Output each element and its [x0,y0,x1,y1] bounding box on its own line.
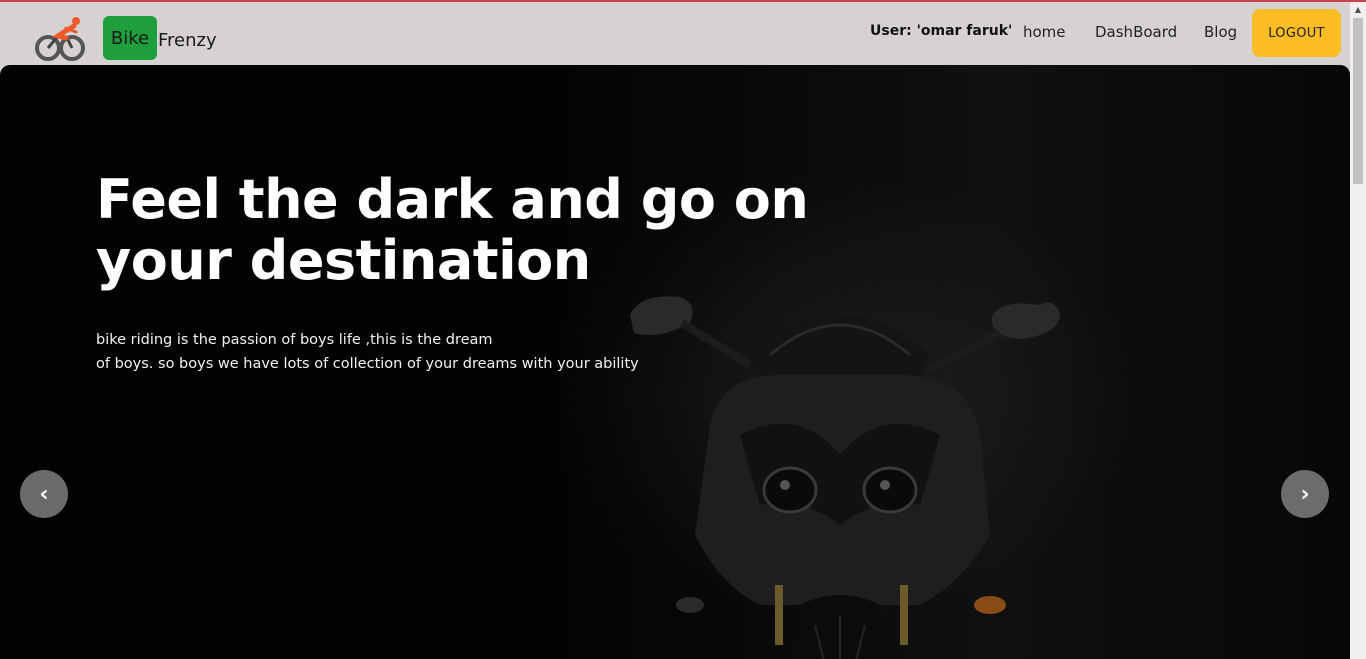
hero-description: bike riding is the passion of boys life … [96,328,656,376]
chevron-left-icon: ‹ [39,481,49,507]
page-scrollbar[interactable]: ▲ [1350,2,1366,659]
scroll-up-arrow-icon[interactable]: ▲ [1350,2,1366,18]
brand-frenzy-text: Frenzy [158,29,217,51]
brand-bike-text: Bike [103,16,157,60]
brand[interactable]: Bike Frenzy [103,16,217,60]
hero-carousel: Feel the dark and go on your destination… [0,65,1350,659]
navbar: Bike Frenzy User: 'omar faruk' home Dash… [0,2,1350,65]
user-label: User: 'omar faruk' [870,23,1013,39]
nav-link-dashboard[interactable]: DashBoard [1095,23,1177,41]
hero-description-line-2: of boys. so boys we have lots of collect… [96,356,639,372]
cyclist-logo-icon[interactable] [34,14,88,62]
scrollbar-thumb[interactable] [1353,18,1363,184]
carousel-prev-button[interactable]: ‹ [20,470,68,518]
nav-link-blog[interactable]: Blog [1204,23,1237,41]
carousel-next-button[interactable]: › [1281,470,1329,518]
logout-button[interactable]: LOGOUT [1252,9,1341,57]
chevron-right-icon: › [1300,481,1310,507]
hero-description-line-1: bike riding is the passion of boys life … [96,332,493,348]
nav-link-home[interactable]: home [1023,23,1066,41]
hero-title: Feel the dark and go on your destination [96,168,809,292]
